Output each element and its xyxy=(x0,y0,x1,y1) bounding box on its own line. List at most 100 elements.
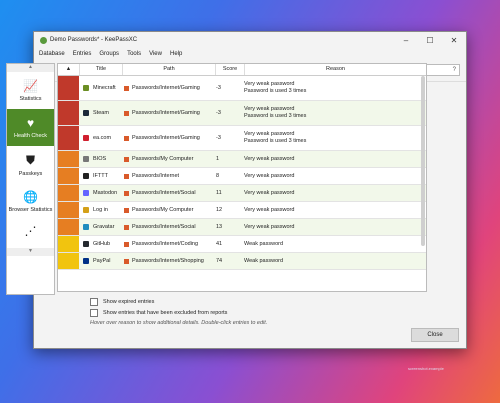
report-options: Show expired entries Show entries that h… xyxy=(90,296,227,318)
category-label: Health Check xyxy=(13,133,48,139)
path-header[interactable]: Path xyxy=(123,64,216,75)
reason-line: Password is used 3 times xyxy=(244,113,307,119)
entry-title: Log in xyxy=(93,207,108,213)
reason-line: Weak password xyxy=(244,257,284,264)
entry-reason: Very weak password xyxy=(241,190,426,197)
globe-icon: 🌐 xyxy=(23,190,38,204)
group-folder-icon xyxy=(124,110,129,116)
entry-reason: Very weak password Password is used 3 tim… xyxy=(241,81,426,95)
entry-path: Passwords/Internet xyxy=(132,173,180,179)
entry-score: 41 xyxy=(216,241,223,247)
entry-title-cell: Steam xyxy=(79,110,121,116)
quality-indicator xyxy=(58,236,79,252)
reason-line: Very weak password xyxy=(244,155,295,162)
table-row[interactable]: Steam Passwords/Internet/Gaming -3 Very wea… xyxy=(58,101,426,126)
entry-title: Mastodon xyxy=(93,190,118,196)
entry-path: Passwords/Internet/Gaming xyxy=(132,135,200,141)
entry-path: Passwords/Internet/Social xyxy=(132,190,196,196)
category-browser-statistics[interactable]: 🌐 Browser Statistics xyxy=(7,183,54,220)
entry-path-cell: Passwords/Internet/Social xyxy=(121,224,213,230)
entry-score: 74 xyxy=(216,258,223,264)
search-help-icon[interactable]: ? xyxy=(453,67,456,73)
entry-title: IFTTT xyxy=(93,173,108,179)
entry-title-cell: Log in xyxy=(79,207,121,213)
menu-view[interactable]: View xyxy=(149,51,162,57)
category-health-check[interactable]: ♥ Health Check xyxy=(7,109,54,146)
chart-icon: 📈 xyxy=(23,79,38,93)
menu-bar: Database Entries Groups Tools View Help xyxy=(34,48,466,59)
sort-quality-header[interactable]: ▲ xyxy=(58,64,80,75)
group-folder-icon xyxy=(124,173,129,179)
entry-score: 8 xyxy=(216,173,220,179)
category-statistics[interactable]: 📈 Statistics xyxy=(7,72,54,109)
reason-line: Very weak password xyxy=(244,206,295,213)
title-header[interactable]: Title xyxy=(80,64,123,75)
entry-title-cell: ea.com xyxy=(79,135,121,141)
show-excluded-checkbox[interactable] xyxy=(90,308,98,317)
minimize-button[interactable]: – xyxy=(394,36,418,45)
show-expired-checkbox[interactable] xyxy=(90,297,98,306)
entry-path: Passwords/Internet/Coding xyxy=(132,241,199,247)
menu-database[interactable]: Database xyxy=(39,51,65,57)
entry-path-cell: Passwords/Internet/Social xyxy=(121,190,213,196)
category-passkeys[interactable]: ⛊ Passkeys xyxy=(7,146,54,183)
entry-path-cell: Passwords/My Computer xyxy=(121,156,213,162)
table-row[interactable]: GitHub Passwords/Internet/Coding 41 Weak pa… xyxy=(58,236,426,253)
table-row[interactable]: Mastodon Passwords/Internet/Social 11 Very … xyxy=(58,185,426,202)
table-row[interactable]: Log in Passwords/My Computer 12 Very weak p… xyxy=(58,202,426,219)
entry-reason: Very weak password xyxy=(241,173,426,180)
group-folder-icon xyxy=(124,156,129,162)
entry-path-cell: Passwords/Internet xyxy=(121,173,213,179)
keepass-logo-icon xyxy=(40,36,47,44)
scroll-down-arrow-icon[interactable]: ▼ xyxy=(7,248,54,256)
entry-score: -3 xyxy=(216,135,221,141)
table-row[interactable]: ea.com Passwords/Internet/Gaming -3 Very we… xyxy=(58,126,426,151)
table-row[interactable]: Gravatar Passwords/Internet/Social 13 Very … xyxy=(58,219,426,236)
window-title: Demo Passwords* - KeePassXC xyxy=(50,37,138,43)
show-expired-option[interactable]: Show expired entries xyxy=(90,296,227,307)
entry-title-cell: BIOS xyxy=(79,156,121,162)
menu-entries[interactable]: Entries xyxy=(73,51,92,57)
table-row[interactable]: PayPal Passwords/Internet/Shopping 74 Weak … xyxy=(58,253,426,270)
scroll-up-arrow-icon[interactable]: ▲ xyxy=(7,64,54,72)
show-excluded-option[interactable]: Show entries that have been excluded fro… xyxy=(90,307,227,318)
entry-path-cell: Passwords/Internet/Gaming xyxy=(121,85,213,91)
title-bar: Demo Passwords* - KeePassXC – ☐ ✕ xyxy=(34,32,466,48)
menu-groups[interactable]: Groups xyxy=(99,51,119,57)
watermark: screenshot.example xyxy=(408,366,444,371)
entry-path: Passwords/Internet/Shopping xyxy=(132,258,204,264)
entry-title: Steam xyxy=(93,110,109,116)
entry-score: -3 xyxy=(216,85,221,91)
entry-path-cell: Passwords/Internet/Gaming xyxy=(121,110,213,116)
table-row[interactable]: BIOS Passwords/My Computer 1 Very weak pass… xyxy=(58,151,426,168)
maximize-button[interactable]: ☐ xyxy=(418,36,442,45)
entry-score: 11 xyxy=(216,190,222,196)
close-window-button[interactable]: ✕ xyxy=(442,36,466,45)
quality-indicator xyxy=(58,202,79,218)
reason-line: Very weak password xyxy=(244,81,295,87)
reason-header[interactable]: Reason xyxy=(245,64,426,75)
category-hibp[interactable]: ⋰ xyxy=(7,220,54,248)
table-header: ▲ Title Path Score Reason xyxy=(58,64,426,76)
entry-title-cell: PayPal xyxy=(79,258,121,264)
entry-icon xyxy=(83,207,89,213)
menu-tools[interactable]: Tools xyxy=(127,51,141,57)
table-scrollbar[interactable] xyxy=(421,76,425,246)
quality-indicator xyxy=(58,168,79,184)
entry-reason: Weak password xyxy=(241,258,426,265)
entry-reason: Very weak password Password is used 3 tim… xyxy=(241,131,426,145)
close-button[interactable]: Close xyxy=(411,328,459,342)
category-label: Passkeys xyxy=(18,170,43,177)
table-row[interactable]: IFTTT Passwords/Internet 8 Very weak passwo… xyxy=(58,168,426,185)
menu-help[interactable]: Help xyxy=(170,51,182,57)
group-folder-icon xyxy=(124,241,129,247)
score-header[interactable]: Score xyxy=(216,64,245,75)
table-row[interactable]: Minecraft Passwords/Internet/Gaming -3 Very… xyxy=(58,76,426,101)
show-excluded-label: Show entries that have been excluded fro… xyxy=(103,309,228,316)
reason-line: Very weak password xyxy=(244,131,295,137)
hibp-icon: ⋰ xyxy=(24,224,37,238)
group-folder-icon xyxy=(124,258,129,264)
entry-title-cell: GitHub xyxy=(79,241,121,247)
entry-title: GitHub xyxy=(93,241,111,247)
entry-icon xyxy=(83,135,89,141)
